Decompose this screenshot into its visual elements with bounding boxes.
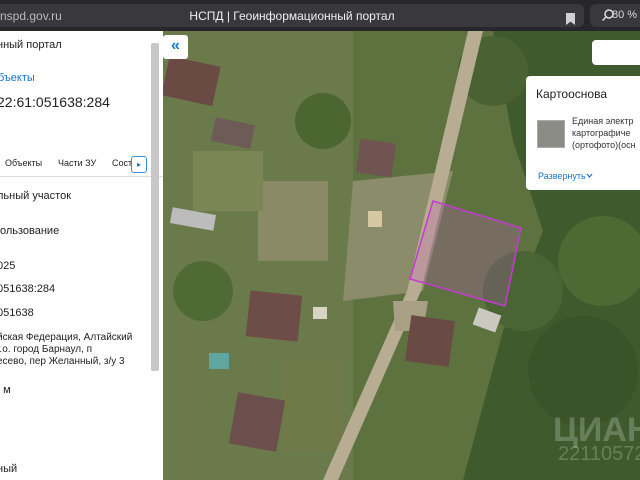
field-cad-number: 051638:284 [0, 283, 56, 295]
address-line: йская Федерация, Алтайский [0, 332, 133, 343]
browser-toolbar: nspd.gov.ru НСПД | Геоинформационный пор… [0, 0, 640, 31]
tab-objects[interactable]: Объекты [5, 158, 42, 168]
scrollbar-thumb[interactable] [151, 43, 159, 371]
page-title: НСПД | Геоинформационный портал [189, 9, 395, 23]
objects-link[interactable]: бъекты [0, 72, 35, 84]
zoom-label: 80 % [612, 9, 638, 21]
field-usage: пользование [0, 225, 60, 237]
double-chevron-left-icon[interactable]: « [163, 35, 188, 59]
chevron-right-icon[interactable]: ▸ [131, 156, 147, 173]
address-line: г.о. город Барнаул, п [0, 344, 93, 355]
address-bar[interactable]: nspd.gov.ru НСПД | Геоинформационный пор… [0, 4, 584, 27]
field-last: ный [0, 463, 18, 475]
basemap-title: Картооснова [536, 87, 607, 101]
portal-title: нный портал [0, 39, 62, 51]
bookmark-icon[interactable] [566, 13, 575, 25]
layer-name-line: картографиче [572, 128, 631, 138]
tabs: Объекты Части ЗУ Сост ▸ [0, 153, 163, 177]
field-object-type: льный участок [0, 190, 72, 202]
field-quarter: 051638 [0, 307, 34, 319]
layer-name-line: (ортофото)(осн [572, 140, 636, 150]
expand-link[interactable]: Развернуть [538, 171, 586, 181]
cadastral-number-title: 22:61:051638:284 [0, 94, 110, 110]
basemap-thumbnail[interactable] [537, 120, 565, 148]
map-search-input[interactable] [592, 40, 640, 65]
field-address: йская Федерация, Алтайский г.о. город Ба… [0, 332, 132, 368]
field-area: . м [0, 384, 11, 396]
layer-name-line: Единая электр [572, 116, 634, 126]
basemap-layer-name[interactable]: Единая электр картографиче (ортофото)(ос… [572, 115, 636, 151]
field-date: 025 [0, 260, 16, 272]
address-line: есево, пер Желанный, з/у 3 [0, 356, 125, 367]
chevron-down-icon[interactable] [586, 172, 593, 179]
tab-cost[interactable]: Сост [112, 158, 132, 168]
tab-parts[interactable]: Части ЗУ [58, 158, 96, 168]
info-panel: нный портал бъекты 22:61:051638:284 Объе… [0, 31, 163, 480]
watermark-id: 221105725 [558, 443, 640, 465]
basemap-panel: Картооснова Единая электр картографиче (… [526, 76, 640, 190]
